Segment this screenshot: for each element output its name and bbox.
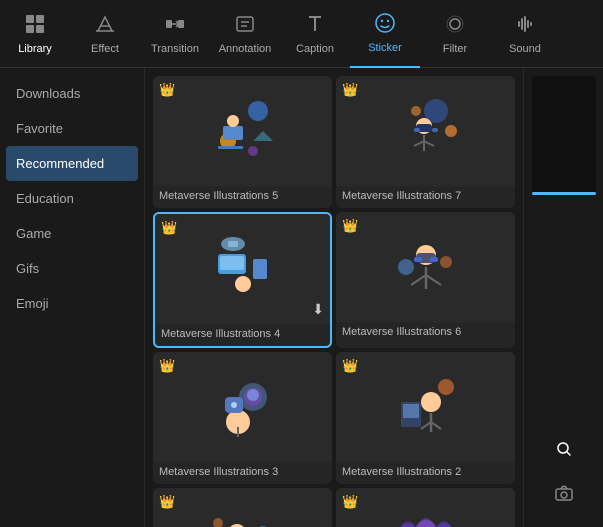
sticker-item-5[interactable]: 👑 Metaverse Illustrations 3 [153, 352, 332, 484]
download-icon-3: ⬇ [312, 301, 324, 318]
sidebar-item-game[interactable]: Game [0, 216, 144, 251]
annotation-icon [234, 13, 256, 39]
caption-icon [304, 13, 326, 39]
toolbar-effect[interactable]: Effect [70, 0, 140, 68]
library-icon [24, 13, 46, 39]
sticker-thumb-8: 👑 [336, 488, 515, 527]
crown-icon-3: 👑 [161, 220, 177, 236]
toolbar-filter[interactable]: Filter [420, 0, 490, 68]
effect-label: Effect [91, 43, 119, 55]
search-button[interactable] [546, 431, 582, 467]
crown-icon-1: 👑 [159, 82, 175, 98]
sidebar-item-gifs[interactable]: Gifs [0, 251, 144, 286]
toolbar-caption[interactable]: Caption [280, 0, 350, 68]
library-label: Library [18, 43, 52, 55]
sound-label: Sound [509, 43, 541, 55]
sticker-thumb-3: 👑 ⬇ [155, 214, 330, 324]
toolbar-sticker[interactable]: Sticker [350, 0, 420, 68]
sidebar-item-downloads[interactable]: Downloads [0, 76, 144, 111]
sidebar-item-recommended[interactable]: Recommended [6, 146, 138, 181]
caption-label: Caption [296, 43, 334, 55]
sidebar: Downloads Favorite Recommended Education… [0, 68, 145, 527]
crown-icon-7: 👑 [159, 494, 175, 510]
sidebar-item-favorite[interactable]: Favorite [0, 111, 144, 146]
camera-button[interactable] [546, 475, 582, 511]
filter-label: Filter [443, 43, 467, 55]
crown-icon-4: 👑 [342, 218, 358, 234]
preview-area [532, 76, 596, 196]
sticker-icon [374, 12, 396, 38]
sticker-item-4[interactable]: 👑 Metaverse Illustrations 6 [336, 212, 515, 348]
sticker-thumb-5: 👑 [153, 352, 332, 462]
sticker-label-1: Metaverse Illustrations 5 [153, 186, 332, 208]
filter-icon [444, 13, 466, 39]
main-content: Downloads Favorite Recommended Education… [0, 68, 603, 527]
sticker-thumb-6: 👑 [336, 352, 515, 462]
crown-icon-2: 👑 [342, 82, 358, 98]
toolbar-transition[interactable]: Transition [140, 0, 210, 68]
sound-icon [514, 13, 536, 39]
transition-label: Transition [151, 43, 199, 55]
toolbar-library[interactable]: Library [0, 0, 70, 68]
sticker-item-6[interactable]: 👑 Metaverse Illustrations 2 [336, 352, 515, 484]
toolbar-sound[interactable]: Sound [490, 0, 560, 68]
crown-icon-8: 👑 [342, 494, 358, 510]
sticker-item-8[interactable]: 👑 Mask Man [336, 488, 515, 527]
toolbar: Library Effect Transition [0, 0, 603, 68]
annotation-label: Annotation [219, 43, 272, 55]
crown-icon-5: 👑 [159, 358, 175, 374]
sticker-label-3: Metaverse Illustrations 4 [155, 324, 330, 346]
sidebar-item-education[interactable]: Education [0, 181, 144, 216]
sticker-thumb-7: 👑 [153, 488, 332, 527]
sticker-item-7[interactable]: 👑 Metaverse Illustrations 1 [153, 488, 332, 527]
sticker-item-3[interactable]: 👑 ⬇ Metaverse Illustrations 4 [153, 212, 332, 348]
sticker-thumb-4: 👑 [336, 212, 515, 322]
right-panel [523, 68, 603, 527]
sticker-thumb-1: 👑 [153, 76, 332, 186]
sticker-grid: 👑 Metaverse Illustrations 5 [153, 76, 515, 527]
sticker-label-5: Metaverse Illustrations 3 [153, 462, 332, 484]
toolbar-annotation[interactable]: Annotation [210, 0, 280, 68]
crown-icon-6: 👑 [342, 358, 358, 374]
sticker-label-2: Metaverse Illustrations 7 [336, 186, 515, 208]
sticker-label-6: Metaverse Illustrations 2 [336, 462, 515, 484]
right-panel-bottom [546, 431, 582, 519]
sticker-grid-area: 👑 Metaverse Illustrations 5 [145, 68, 523, 527]
effect-icon [94, 13, 116, 39]
sticker-item-2[interactable]: 👑 Metaverse Illus [336, 76, 515, 208]
sticker-item-1[interactable]: 👑 Metaverse Illustrations 5 [153, 76, 332, 208]
sidebar-item-emoji[interactable]: Emoji [0, 286, 144, 321]
transition-icon [164, 13, 186, 39]
sticker-label: Sticker [368, 42, 402, 54]
sticker-label-4: Metaverse Illustrations 6 [336, 322, 515, 344]
sticker-thumb-2: 👑 [336, 76, 515, 186]
